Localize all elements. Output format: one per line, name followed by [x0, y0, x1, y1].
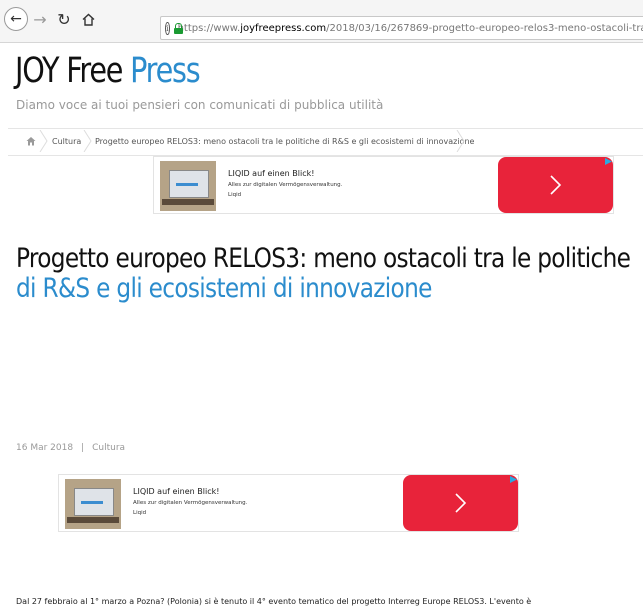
arrow-right-icon: →	[33, 9, 47, 29]
ad-brand: Liqid	[133, 510, 147, 516]
url-scheme: https://www.	[177, 22, 241, 34]
ad-subtitle: Alles zur digitalen Vermögensverwaltung.	[133, 500, 248, 506]
article-category[interactable]: Cultura	[92, 443, 125, 453]
headline-line-2: di R&S e gli ecosistemi di innovazione	[16, 273, 432, 304]
ad-subtitle: Alles zur digitalen Vermögensverwaltung.	[228, 182, 343, 188]
ad-brand: Liqid	[228, 192, 242, 198]
forward-button[interactable]: →	[30, 7, 50, 31]
site-title[interactable]: JOY Free Press	[15, 51, 201, 91]
article-date: 16 Mar 2018	[16, 443, 74, 453]
chevron-right-icon	[39, 130, 48, 152]
chevron-right-icon	[549, 175, 561, 195]
home-button[interactable]	[78, 7, 98, 31]
url-domain: joyfreepress.com	[240, 22, 327, 34]
reload-icon: ↻	[57, 9, 71, 29]
site-title-main: JOY Free	[15, 51, 123, 91]
chevron-right-icon	[456, 130, 465, 152]
address-bar[interactable]: i https://www. joyfreepress.com/2018/03/1…	[160, 16, 643, 40]
info-icon[interactable]: i	[165, 21, 170, 35]
breadcrumb-item-current: Progetto europeo RELOS3: meno ostacoli t…	[95, 137, 475, 146]
site-tagline: Diamo voce ai tuoi pensieri con comunica…	[16, 98, 384, 112]
headline-line-1: Progetto europeo RELOS3: meno ostacoli t…	[16, 243, 631, 274]
ad-cta-button[interactable]	[403, 475, 518, 531]
chevron-right-icon	[83, 130, 92, 152]
home-icon[interactable]	[26, 136, 36, 146]
site-title-accent: Press	[130, 51, 201, 91]
article-body-paragraph: Dal 27 febbraio al 1° marzo a Pozna? (Po…	[16, 597, 532, 606]
meta-separator: |	[81, 443, 85, 453]
ad-title: LIQID auf einen Blick!	[228, 169, 315, 178]
article-meta: 16 Mar 2018 | Cultura	[16, 443, 125, 453]
back-button[interactable]: ←	[4, 7, 28, 31]
home-icon	[82, 13, 94, 26]
article-headline: Progetto europeo RELOS3: meno ostacoli t…	[16, 243, 631, 304]
adchoices-icon[interactable]	[604, 157, 613, 166]
ad-image	[160, 161, 216, 211]
breadcrumb-item-category[interactable]: Cultura	[52, 137, 81, 146]
ad-cta-button[interactable]	[498, 157, 613, 213]
browser-toolbar: ← → ↻ i https://www. joyfreepress.com/201…	[0, 0, 643, 43]
chevron-right-icon	[454, 493, 466, 513]
ad-banner[interactable]: LIQID auf einen Blick! Alles zur digital…	[153, 156, 614, 214]
adchoices-icon[interactable]	[509, 475, 518, 484]
ad-title: LIQID auf einen Blick!	[133, 487, 220, 496]
ad-image	[65, 479, 121, 529]
breadcrumb: Cultura Progetto europeo RELOS3: meno os…	[8, 128, 643, 156]
url-path: /2018/03/16/267869-progetto-europeo-relo…	[326, 22, 643, 34]
reload-button[interactable]: ↻	[54, 7, 74, 31]
ad-banner-inline[interactable]: LIQID auf einen Blick! Alles zur digital…	[58, 474, 519, 532]
arrow-left-icon: ←	[10, 11, 22, 27]
